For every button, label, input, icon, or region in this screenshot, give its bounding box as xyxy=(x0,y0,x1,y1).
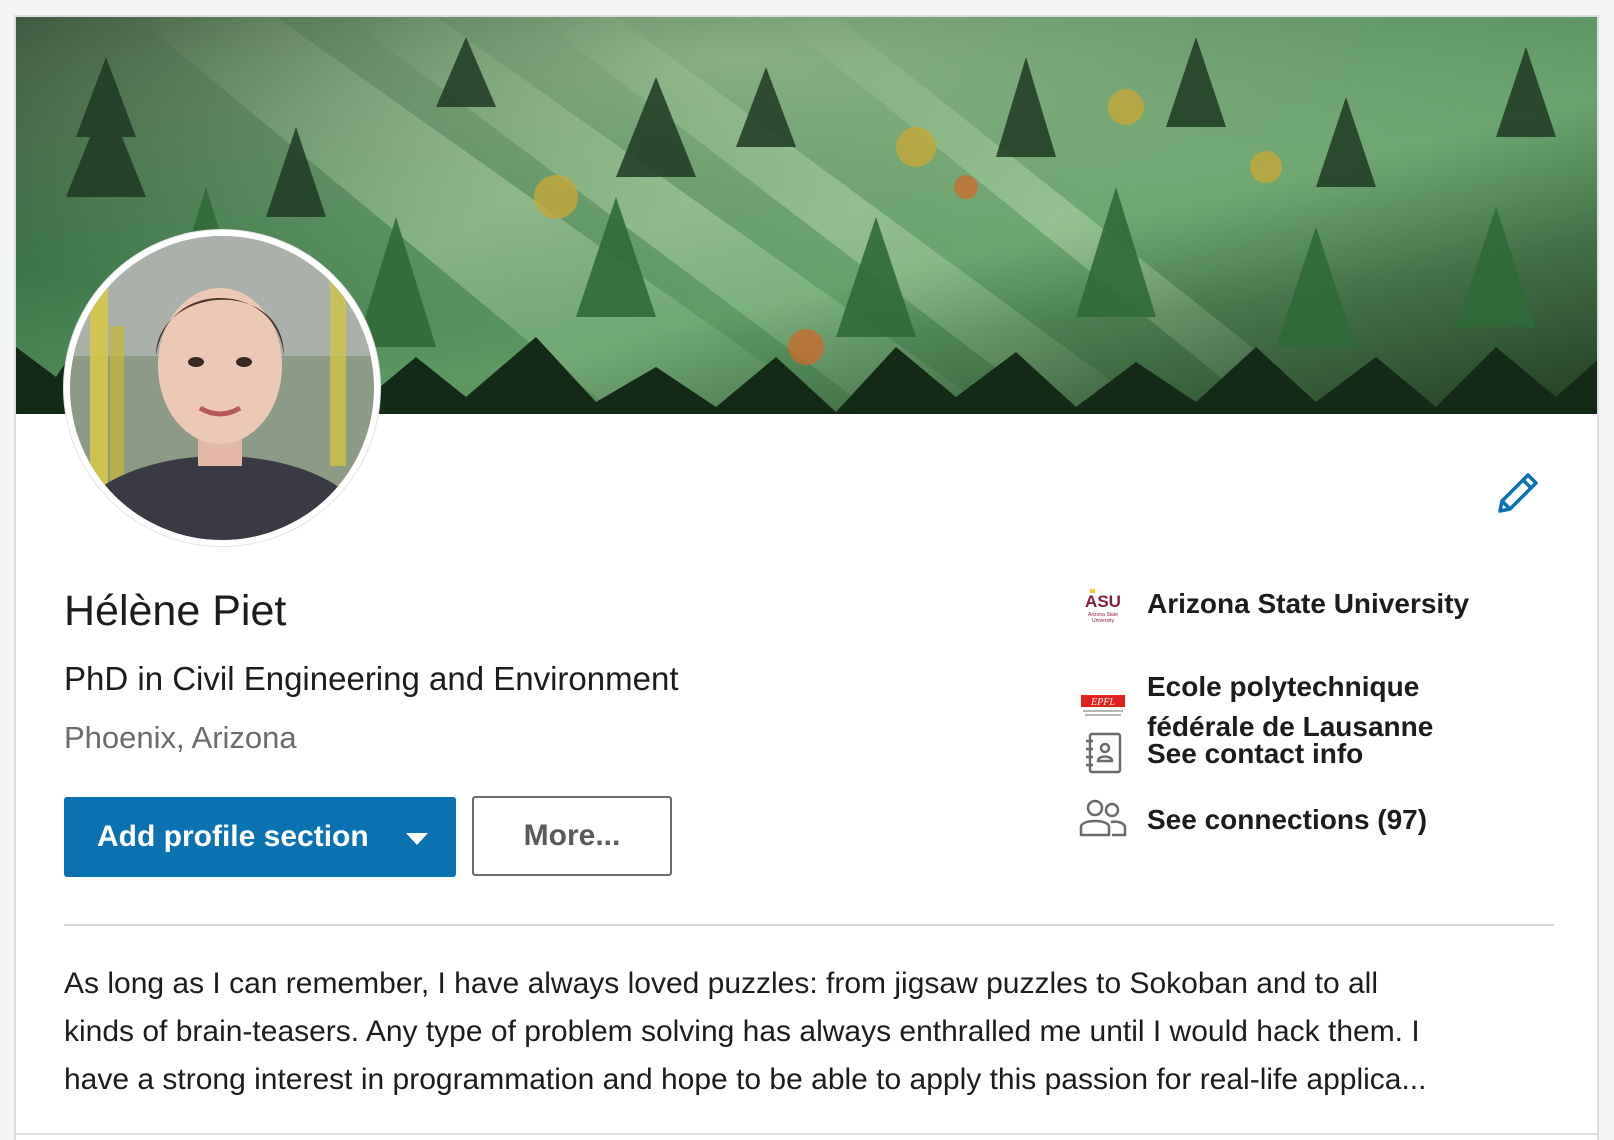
profile-headline: PhD in Civil Engineering and Environment xyxy=(64,660,679,697)
contact-book-icon xyxy=(1078,729,1128,779)
profile-photo-image xyxy=(70,236,374,540)
profile-name: Hélène Piet xyxy=(64,587,287,635)
profile-location: Phoenix, Arizona xyxy=(64,720,297,755)
add-profile-section-label: Add profile section xyxy=(97,820,369,853)
epfl-logo-icon: EPFL xyxy=(1078,681,1128,731)
pencil-icon xyxy=(1498,473,1538,513)
edit-profile-button[interactable] xyxy=(1494,469,1542,517)
caret-down-icon xyxy=(406,833,428,845)
sidebar-item-label-line1: Ecole polytechnique xyxy=(1147,671,1420,702)
summary-line: kinds of brain-teasers. Any type of prob… xyxy=(64,1015,1420,1048)
profile-photo[interactable] xyxy=(64,230,380,546)
card-bottom-divider xyxy=(16,1133,1597,1135)
summary-line: have a strong interest in programmation … xyxy=(64,1063,1427,1096)
sidebar-item-connections[interactable]: See connections (97) xyxy=(1078,795,1558,845)
people-icon xyxy=(1078,795,1128,845)
profile-summary[interactable]: As long as I can remember, I have always… xyxy=(64,960,1564,1104)
summary-line: As long as I can remember, I have always… xyxy=(64,967,1379,1000)
more-button[interactable]: More... xyxy=(472,796,672,876)
sidebar-item-label: See connections (97) xyxy=(1147,804,1428,835)
profile-card: Hélène Piet PhD in Civil Engineering and… xyxy=(14,15,1599,1140)
add-profile-section-button[interactable]: Add profile section xyxy=(64,797,456,877)
asu-logo-text: ASU xyxy=(1085,592,1121,611)
asu-logo-caption-line2: University xyxy=(1092,618,1114,624)
sidebar-item-label: Arizona State University xyxy=(1147,588,1470,619)
sidebar-item-label: See contact info xyxy=(1147,738,1364,769)
epfl-logo-text: EPFL xyxy=(1090,697,1115,708)
sidebar-item-arizona-state-university[interactable]: ASU Arizona State University Arizona Sta… xyxy=(1078,579,1558,629)
asu-logo-icon: ASU Arizona State University xyxy=(1078,581,1128,631)
section-divider xyxy=(64,924,1554,926)
sidebar-item-contact-info[interactable]: See contact info xyxy=(1078,729,1558,779)
